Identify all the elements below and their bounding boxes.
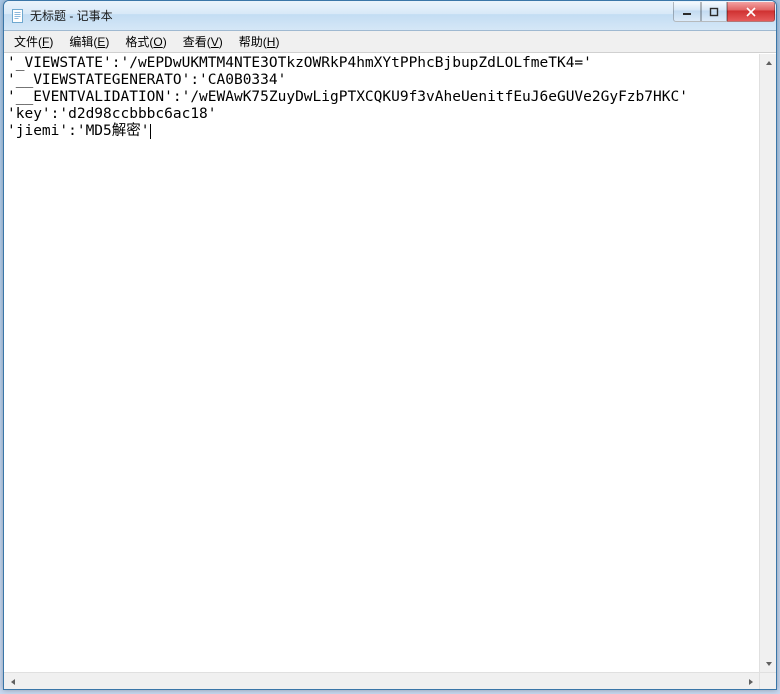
scroll-left-button[interactable] — [4, 673, 21, 690]
text-caret — [150, 124, 151, 139]
text-line: 'jiemi':'MD5解密' — [7, 123, 150, 139]
chevron-down-icon — [765, 660, 773, 668]
editor-area: '_VIEWSTATE':'/wEPDwUKMTM4NTE3OTkzOWRkP4… — [4, 53, 776, 689]
maximize-button[interactable] — [701, 2, 727, 22]
chevron-left-icon — [9, 678, 17, 686]
maximize-icon — [709, 7, 719, 17]
scroll-down-button[interactable] — [760, 655, 777, 672]
vertical-scroll-track[interactable] — [760, 71, 776, 655]
text-line: '_VIEWSTATE':'/wEPDwUKMTM4NTE3OTkzOWRkP4… — [7, 55, 592, 71]
close-button[interactable] — [727, 2, 775, 22]
close-icon — [745, 7, 757, 17]
chevron-right-icon — [747, 678, 755, 686]
window-controls — [673, 2, 775, 22]
horizontal-scroll-track[interactable] — [21, 673, 742, 689]
vertical-scrollbar[interactable] — [759, 54, 776, 672]
minimize-icon — [682, 7, 692, 17]
text-editor[interactable]: '_VIEWSTATE':'/wEPDwUKMTM4NTE3OTkzOWRkP4… — [4, 54, 759, 672]
menu-file[interactable]: 文件(F) — [6, 31, 61, 52]
text-line: 'key':'d2d98ccbbbc6ac18' — [7, 106, 217, 122]
scroll-right-button[interactable] — [742, 673, 759, 690]
window-title: 无标题 - 记事本 — [30, 7, 776, 24]
horizontal-scrollbar[interactable] — [4, 672, 759, 689]
scroll-corner — [759, 672, 776, 689]
minimize-button[interactable] — [673, 2, 701, 22]
menu-view[interactable]: 查看(V) — [175, 31, 231, 52]
titlebar[interactable]: 无标题 - 记事本 — [4, 1, 776, 31]
text-line: '__VIEWSTATEGENERATO':'CA0B0334' — [7, 72, 286, 88]
text-line: '__EVENTVALIDATION':'/wEWAwK75ZuyDwLigPT… — [7, 89, 688, 105]
chevron-up-icon — [765, 59, 773, 67]
scroll-up-button[interactable] — [760, 54, 777, 71]
menu-help[interactable]: 帮助(H) — [231, 31, 288, 52]
notepad-window: 无标题 - 记事本 文件(F) 编辑(E) 格式(O) 查看(V) 帮助(H) … — [3, 0, 777, 690]
menu-format[interactable]: 格式(O) — [117, 31, 174, 52]
menubar: 文件(F) 编辑(E) 格式(O) 查看(V) 帮助(H) — [4, 31, 776, 53]
notepad-icon — [10, 8, 26, 24]
menu-edit[interactable]: 编辑(E) — [61, 31, 117, 52]
